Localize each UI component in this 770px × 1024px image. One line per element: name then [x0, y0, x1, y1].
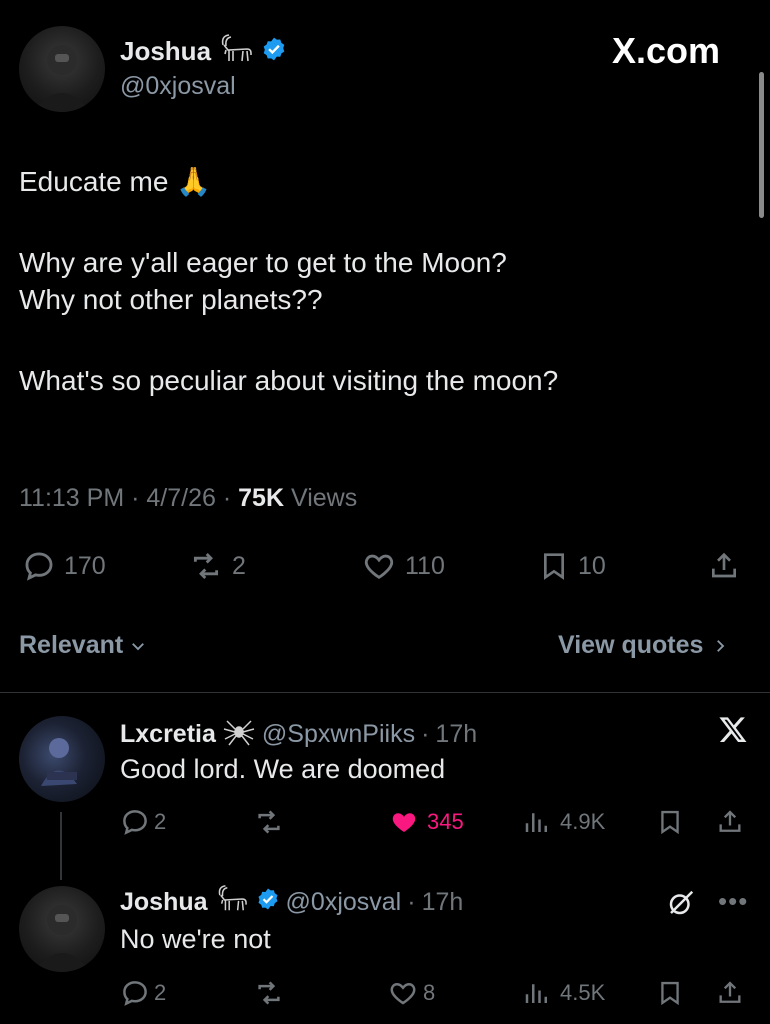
tweet-body: Educate me 🙏 Why are y'all eager to get … — [19, 164, 558, 400]
bookmark-count: 10 — [578, 551, 606, 580]
verified-badge-icon — [261, 36, 287, 67]
like-count: 110 — [405, 551, 445, 580]
author-name-row[interactable]: Joshua — [120, 33, 287, 70]
share-button[interactable] — [708, 549, 740, 583]
views-button[interactable]: 4.5K — [522, 978, 605, 1008]
share-icon — [719, 981, 741, 1003]
meta-separator: · — [421, 720, 430, 748]
author-handle[interactable]: @0xjosval — [120, 72, 236, 101]
repost-icon — [258, 981, 280, 1005]
goat-icon — [214, 884, 250, 921]
share-icon — [719, 810, 741, 832]
sort-label: Relevant — [19, 631, 124, 659]
share-button[interactable] — [716, 978, 744, 1008]
views-icon — [525, 984, 547, 1003]
reply-count: 2 — [154, 809, 167, 834]
reply-author-name[interactable]: Lxcretia — [120, 720, 216, 749]
views-button[interactable]: 4.9K — [522, 807, 605, 837]
reply-count: 2 — [154, 980, 167, 1005]
repost-count: 2 — [232, 551, 246, 580]
repost-button[interactable] — [253, 807, 285, 837]
tweet-meta: 11:13 PM · 4/7/26 · 75K Views — [19, 484, 357, 513]
reply-text: No we're not — [120, 924, 271, 954]
reply-header: Joshua @0xjosval · 17h — [120, 884, 463, 921]
views-icon — [525, 813, 547, 832]
reply-author-handle[interactable]: @SpxwnPiiks — [262, 720, 415, 749]
reply-icon — [25, 552, 53, 581]
reply-button[interactable]: 2 — [120, 978, 166, 1008]
bookmark-button[interactable] — [656, 978, 684, 1008]
bookmark-button[interactable]: 10 — [538, 549, 606, 583]
reply-author-handle[interactable]: @0xjosval — [286, 888, 402, 917]
bookmark-icon — [661, 981, 679, 1006]
tweet-line: What's so peculiar about visiting the mo… — [19, 365, 559, 397]
reply-actions: 2 8 4.5K — [120, 976, 750, 1010]
tweet-date[interactable]: 4/7/26 — [146, 484, 216, 512]
repost-button[interactable]: 2 — [188, 549, 246, 583]
like-button[interactable]: 345 — [387, 807, 464, 837]
bookmark-icon — [661, 810, 679, 835]
share-icon — [712, 552, 736, 578]
tweet-line: Why not other planets?? — [19, 283, 323, 315]
views-label: Views — [290, 484, 358, 512]
meta-separator: · — [131, 484, 147, 512]
view-quotes-label: View quotes — [558, 631, 704, 659]
reply-avatar[interactable] — [19, 716, 105, 802]
share-button[interactable] — [716, 807, 744, 837]
verified-badge-icon — [256, 887, 280, 918]
reply-actions: 2 345 4.9K — [120, 805, 750, 839]
divider — [0, 692, 770, 693]
reply-avatar[interactable] — [19, 886, 105, 972]
site-label: X.com — [612, 30, 721, 71]
reply-age[interactable]: 17h — [435, 720, 477, 749]
chevron-right-icon — [717, 639, 725, 652]
author-avatar[interactable] — [19, 26, 105, 112]
reply-header: Lxcretia @SpxwnPiiks · 17h — [120, 715, 477, 754]
thread-line — [60, 812, 62, 880]
heart-icon — [390, 982, 416, 1005]
spider-icon — [222, 715, 256, 754]
sort-dropdown[interactable]: Relevant — [19, 631, 147, 660]
reply-icon — [123, 810, 147, 835]
heart-filled-icon — [392, 813, 416, 832]
like-count: 345 — [427, 809, 464, 834]
tweet-time[interactable]: 11:13 PM — [19, 484, 124, 512]
bookmark-button[interactable] — [656, 807, 684, 837]
meta-separator: · — [407, 888, 416, 916]
reply-age[interactable]: 17h — [422, 888, 464, 917]
author-name[interactable]: Joshua — [120, 36, 211, 67]
chevron-down-icon — [132, 642, 145, 650]
tweet-line: Why are y'all eager to get to the Moon? — [19, 247, 507, 279]
scrollbar[interactable] — [759, 72, 764, 218]
x-logo-icon[interactable] — [716, 714, 750, 751]
reply-icon — [123, 981, 147, 1006]
view-quotes-link[interactable]: View quotes — [558, 631, 729, 660]
reply-text: Good lord. We are doomed — [120, 754, 446, 784]
reply-button[interactable]: 2 — [120, 807, 166, 837]
like-button[interactable]: 8 — [387, 978, 435, 1008]
reply-count: 170 — [64, 551, 106, 580]
meta-separator: · — [222, 484, 239, 512]
views-count: 4.5K — [560, 980, 606, 1005]
repost-icon — [193, 552, 219, 580]
tweet-actions: 170 2 110 10 — [22, 548, 750, 584]
views-count: 75K — [238, 484, 285, 512]
repost-icon — [258, 810, 280, 834]
bookmark-icon — [544, 553, 564, 580]
reply-button[interactable]: 170 — [22, 549, 106, 583]
like-button[interactable]: 110 — [361, 549, 445, 583]
like-count: 8 — [423, 980, 436, 1005]
more-options-icon[interactable]: ••• — [718, 886, 748, 917]
repost-button[interactable] — [253, 978, 285, 1008]
grok-icon[interactable] — [666, 888, 696, 923]
heart-icon — [364, 554, 394, 579]
tweet-line: Educate me 🙏 — [19, 166, 212, 197]
goat-icon — [217, 33, 255, 70]
reply-author-name[interactable]: Joshua — [120, 888, 208, 917]
views-count: 4.9K — [560, 809, 606, 834]
